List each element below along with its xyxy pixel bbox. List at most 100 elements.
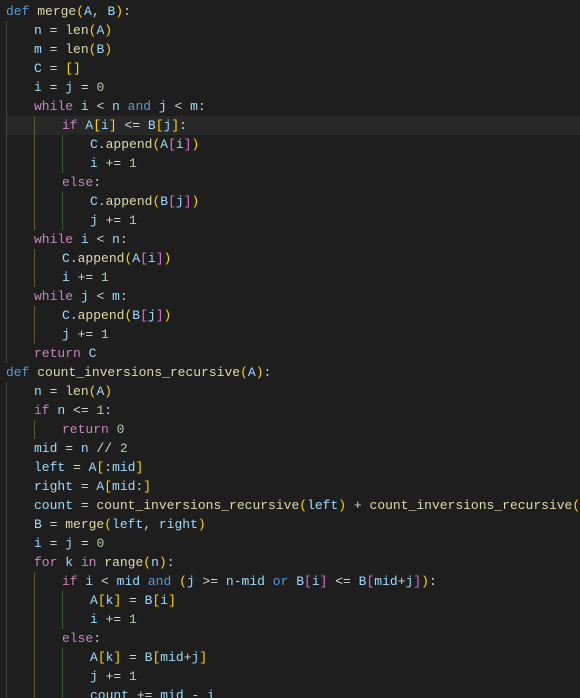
indent-guides <box>6 686 90 698</box>
code-text: i += 1 <box>90 154 137 173</box>
code-line[interactable]: while j < m: <box>6 287 580 306</box>
indent-guides <box>6 249 62 268</box>
code-line[interactable]: i += 1 <box>6 154 580 173</box>
indent-guides <box>6 477 34 496</box>
code-line[interactable]: while i < n and j < m: <box>6 97 580 116</box>
code-text: j += 1 <box>90 211 137 230</box>
code-text: C.append(B[j]) <box>90 192 199 211</box>
code-text: i = j = 0 <box>34 534 104 553</box>
code-line[interactable]: C.append(A[i]) <box>6 249 580 268</box>
code-line[interactable]: B = merge(left, right) <box>6 515 580 534</box>
code-text: n = len(A) <box>34 21 112 40</box>
code-line[interactable]: def merge(A, B): <box>6 2 580 21</box>
indent-guides <box>6 287 34 306</box>
indent-guides <box>6 382 34 401</box>
indent-guides <box>6 78 34 97</box>
code-line[interactable]: m = len(B) <box>6 40 580 59</box>
indent-guides <box>6 534 34 553</box>
code-text: j += 1 <box>90 667 137 686</box>
code-line[interactable]: A[k] = B[mid+j] <box>6 648 580 667</box>
indent-guides <box>6 116 62 135</box>
code-line[interactable]: else: <box>6 173 580 192</box>
code-text: C.append(B[j]) <box>62 306 171 325</box>
code-line[interactable]: j += 1 <box>6 325 580 344</box>
indent-guides <box>6 344 34 363</box>
indent-guides <box>6 591 90 610</box>
code-line[interactable]: C.append(A[i]) <box>6 135 580 154</box>
code-text: count += mid - i <box>90 686 215 698</box>
indent-guides <box>6 515 34 534</box>
code-text: while j < m: <box>34 287 128 306</box>
code-line[interactable]: return 0 <box>6 420 580 439</box>
indent-guides <box>6 21 34 40</box>
code-line[interactable]: mid = n // 2 <box>6 439 580 458</box>
indent-guides <box>6 192 90 211</box>
indent-guides <box>6 553 34 572</box>
indent-guides <box>6 211 90 230</box>
code-editor[interactable]: def merge(A, B):n = len(A)m = len(B)C = … <box>0 0 580 698</box>
code-text: else: <box>62 629 101 648</box>
code-line[interactable]: else: <box>6 629 580 648</box>
code-text: B = merge(left, right) <box>34 515 206 534</box>
code-line[interactable]: left = A[:mid] <box>6 458 580 477</box>
indent-guides <box>6 667 90 686</box>
code-line[interactable]: C.append(B[j]) <box>6 192 580 211</box>
code-line[interactable]: if A[i] <= B[j]: <box>6 116 580 135</box>
code-line[interactable]: while i < n: <box>6 230 580 249</box>
indent-guides <box>6 173 62 192</box>
code-line[interactable]: i = j = 0 <box>6 534 580 553</box>
code-text: A[k] = B[i] <box>90 591 176 610</box>
code-text: i += 1 <box>90 610 137 629</box>
indent-guides <box>6 458 34 477</box>
code-text: n = len(A) <box>34 382 112 401</box>
code-text: A[k] = B[mid+j] <box>90 648 207 667</box>
code-line[interactable]: i += 1 <box>6 268 580 287</box>
indent-guides <box>6 648 90 667</box>
code-line[interactable]: C = [] <box>6 59 580 78</box>
code-line[interactable]: count = count_inversions_recursive(left)… <box>6 496 580 515</box>
code-text: mid = n // 2 <box>34 439 128 458</box>
code-line[interactable]: A[k] = B[i] <box>6 591 580 610</box>
code-line[interactable]: def count_inversions_recursive(A): <box>6 363 580 382</box>
code-text: if i < mid and (j >= n-mid or B[i] <= B[… <box>62 572 437 591</box>
indent-guides <box>6 439 34 458</box>
code-text: count = count_inversions_recursive(left)… <box>34 496 580 515</box>
code-line[interactable]: i += 1 <box>6 610 580 629</box>
indent-guides <box>6 325 62 344</box>
indent-guides <box>6 629 62 648</box>
indent-guides <box>6 401 34 420</box>
code-line[interactable]: if n <= 1: <box>6 401 580 420</box>
indent-guides <box>6 154 90 173</box>
code-line[interactable]: j += 1 <box>6 667 580 686</box>
code-line[interactable]: return C <box>6 344 580 363</box>
code-line[interactable]: right = A[mid:] <box>6 477 580 496</box>
indent-guides <box>6 268 62 287</box>
code-text: C.append(A[i]) <box>90 135 199 154</box>
indent-guides <box>6 572 62 591</box>
code-text: right = A[mid:] <box>34 477 151 496</box>
code-text: while i < n: <box>34 230 128 249</box>
code-text: return 0 <box>62 420 124 439</box>
code-line[interactable]: count += mid - i <box>6 686 580 698</box>
code-text: def count_inversions_recursive(A): <box>6 363 271 382</box>
code-line[interactable]: n = len(A) <box>6 21 580 40</box>
code-text: else: <box>62 173 101 192</box>
code-text: j += 1 <box>62 325 109 344</box>
code-text: return C <box>34 344 96 363</box>
code-line[interactable]: j += 1 <box>6 211 580 230</box>
indent-guides <box>6 610 90 629</box>
code-text: C = [] <box>34 59 81 78</box>
code-line[interactable]: if i < mid and (j >= n-mid or B[i] <= B[… <box>6 572 580 591</box>
indent-guides <box>6 230 34 249</box>
code-text: for k in range(n): <box>34 553 175 572</box>
indent-guides <box>6 496 34 515</box>
indent-guides <box>6 306 62 325</box>
indent-guides <box>6 59 34 78</box>
code-line[interactable]: C.append(B[j]) <box>6 306 580 325</box>
code-line[interactable]: for k in range(n): <box>6 553 580 572</box>
code-line[interactable]: i = j = 0 <box>6 78 580 97</box>
code-text: if A[i] <= B[j]: <box>62 116 187 135</box>
code-line[interactable]: n = len(A) <box>6 382 580 401</box>
indent-guides <box>6 135 90 154</box>
code-text: C.append(A[i]) <box>62 249 171 268</box>
